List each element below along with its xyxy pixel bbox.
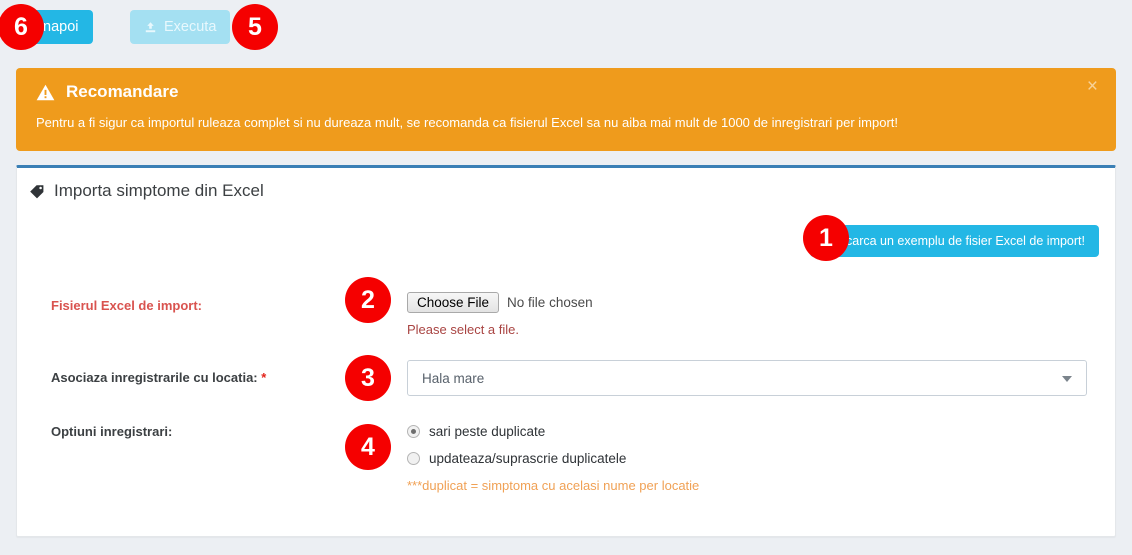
file-error-message: Please select a file. [407, 322, 520, 337]
import-form: Fisierul Excel de import: Choose File No… [17, 278, 1115, 518]
download-example-button[interactable]: Descarca un exemplu de fisier Excel de i… [809, 225, 1099, 257]
location-row: Asociaza inregistrarile cu locatia: * Ha… [17, 350, 1115, 418]
choose-file-button[interactable]: Choose File [407, 292, 500, 313]
recommendation-alert: Recomandare Pentru a fi sigur ca importu… [16, 68, 1116, 151]
radio-skip-duplicates-label: sari peste duplicate [429, 424, 546, 439]
radio-overwrite-duplicates-label: updateaza/suprascrie duplicatele [429, 451, 627, 466]
warning-triangle-icon [36, 84, 55, 101]
step-badge-1: 1 [803, 215, 849, 261]
step-badge-2: 2 [345, 277, 391, 323]
required-marker: * [261, 370, 267, 385]
close-icon[interactable]: × [1081, 76, 1104, 97]
download-example-row: Descarca un exemplu de fisier Excel de i… [809, 225, 1099, 257]
execute-button-label: Executa [164, 19, 217, 35]
chevron-down-icon [1062, 376, 1072, 382]
location-select[interactable]: Hala mare [407, 360, 1087, 396]
alert-title: Recomandare [66, 82, 179, 101]
step-badge-3: 3 [345, 355, 391, 401]
radio-skip-duplicates[interactable]: sari peste duplicate [407, 424, 699, 439]
radio-overwrite-duplicates-input[interactable] [407, 452, 420, 465]
options-row-label: Optiuni inregistrari: [51, 424, 173, 439]
location-row-label: Asociaza inregistrarile cu locatia: * [51, 370, 266, 385]
file-input[interactable]: Choose File No file chosen [407, 292, 593, 313]
options-row: Optiuni inregistrari: sari peste duplica… [17, 418, 1115, 518]
location-label-text: Asociaza inregistrarile cu locatia: [51, 370, 258, 385]
import-panel: Importa simptome din Excel Descarca un e… [16, 165, 1116, 537]
alert-message: Pentru a fi sigur ca importul ruleaza co… [36, 115, 899, 130]
file-row-field: Choose File No file chosen Please select… [407, 292, 593, 337]
back-button-label: Inapoi [39, 19, 79, 35]
step-badge-5: 5 [232, 4, 278, 50]
step-badge-4: 4 [345, 424, 391, 470]
duplicate-note: ***duplicat = simptoma cu acelasi nume p… [407, 478, 700, 493]
execute-button[interactable]: Executa [130, 10, 231, 44]
location-select-value: Hala mare [422, 370, 485, 386]
radio-overwrite-duplicates[interactable]: updateaza/suprascrie duplicatele [407, 451, 699, 466]
tag-icon [29, 183, 45, 199]
options-row-field: sari peste duplicate updateaza/suprascri… [407, 424, 699, 493]
step-badge-6: 6 [0, 4, 44, 50]
panel-title-text: Importa simptome din Excel [54, 181, 264, 200]
file-status-text: No file chosen [507, 295, 593, 310]
top-toolbar: Inapoi Executa [0, 0, 1132, 56]
file-row-label: Fisierul Excel de import: [51, 298, 202, 313]
alert-header: Recomandare [36, 82, 1096, 102]
upload-icon [144, 21, 157, 34]
location-row-field: Hala mare [407, 360, 1087, 396]
panel-title: Importa simptome din Excel [17, 168, 1115, 201]
file-row: Fisierul Excel de import: Choose File No… [17, 278, 1115, 350]
radio-skip-duplicates-input[interactable] [407, 425, 420, 438]
